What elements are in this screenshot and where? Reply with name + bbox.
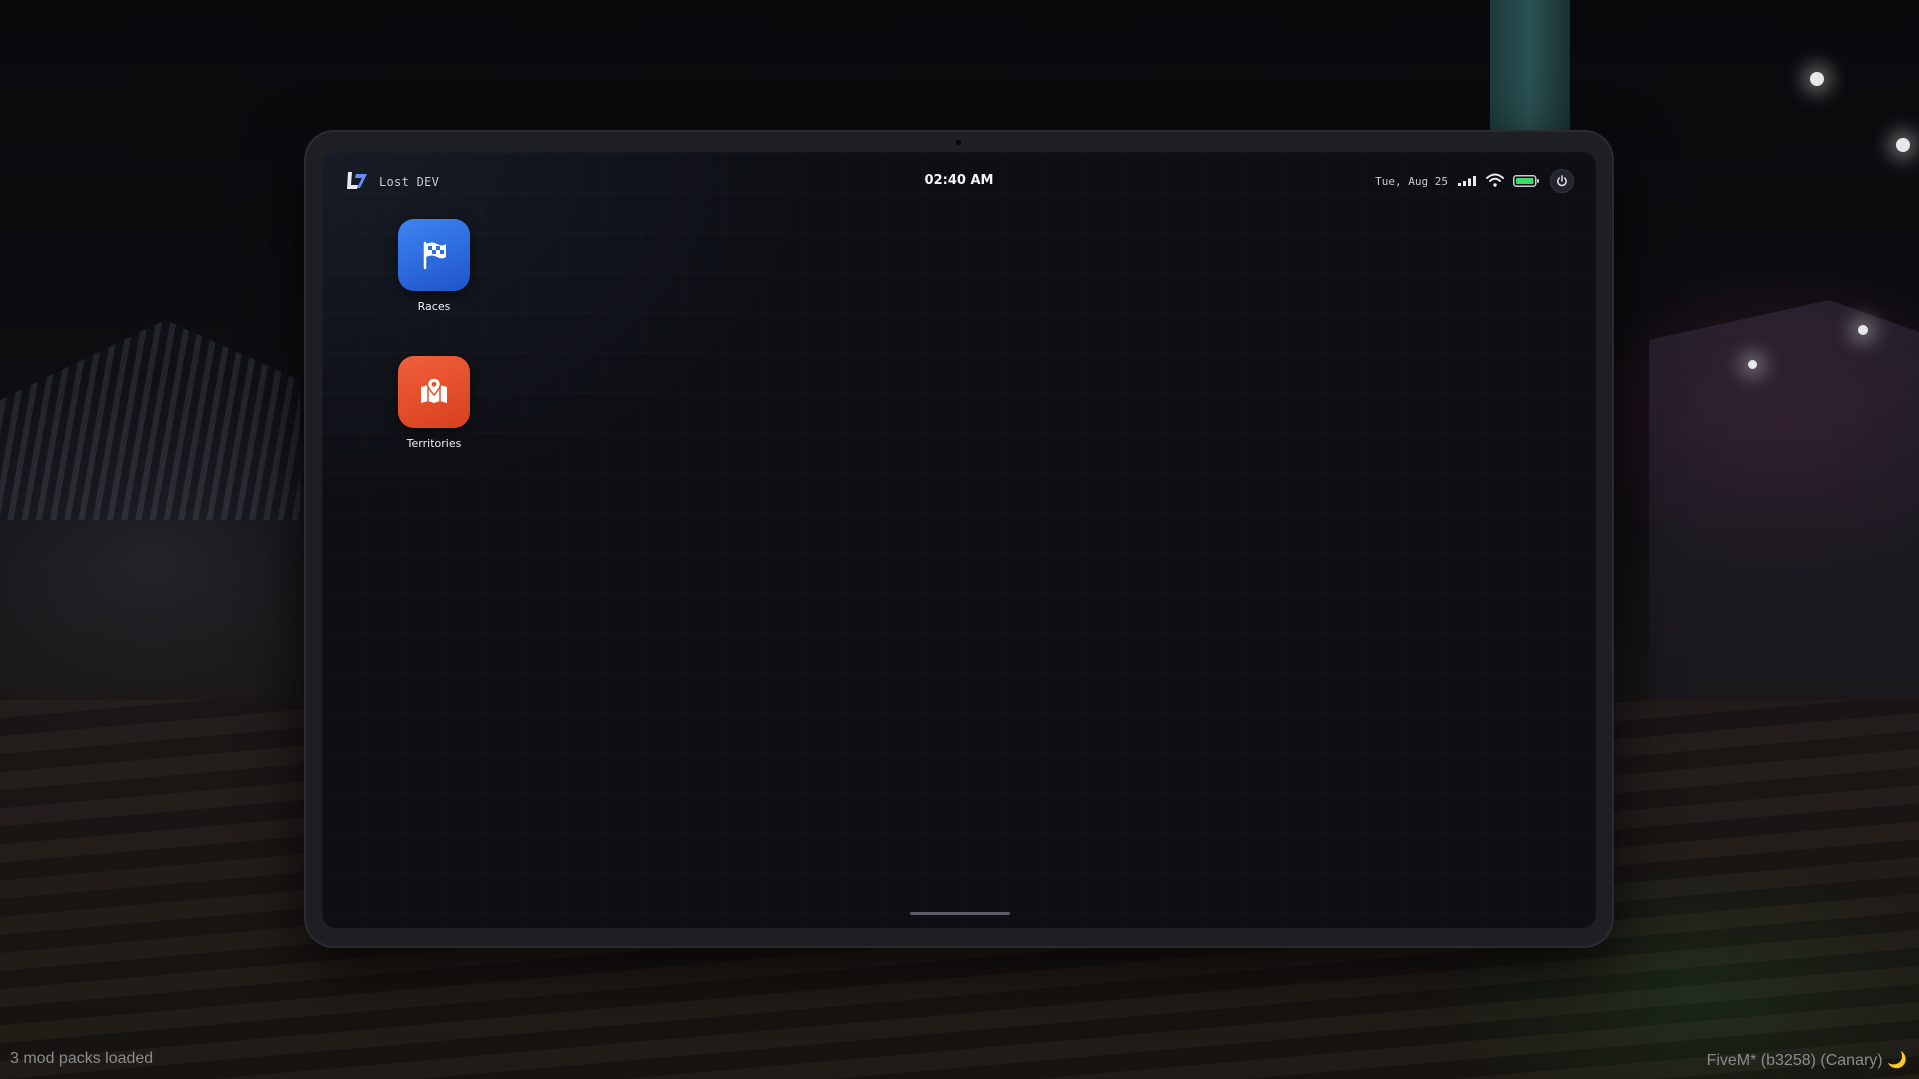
power-button[interactable] bbox=[1550, 169, 1574, 193]
app-races[interactable]: Races bbox=[389, 219, 479, 313]
app-races-label: Races bbox=[417, 300, 451, 313]
game-scene-lamp bbox=[1810, 72, 1824, 86]
power-icon bbox=[1557, 175, 1567, 187]
game-scene-building bbox=[1649, 300, 1919, 700]
game-scene-lamp bbox=[1858, 325, 1868, 335]
map-pin-icon bbox=[421, 377, 447, 403]
app-territories-tile[interactable] bbox=[398, 356, 470, 428]
app-races-tile[interactable] bbox=[398, 219, 470, 291]
tablet-screen: Lost DEV 02:40 AM Tue, Aug 25 Races Terr… bbox=[322, 152, 1596, 928]
game-scene-lamp bbox=[1896, 138, 1910, 152]
mod-packs-status: 3 mod packs loaded bbox=[10, 1050, 154, 1067]
checkered-flag-icon bbox=[423, 241, 446, 270]
status-date: Tue, Aug 25 bbox=[1375, 175, 1448, 188]
home-indicator[interactable] bbox=[910, 912, 1010, 915]
status-bar: Lost DEV 02:40 AM Tue, Aug 25 bbox=[322, 152, 1596, 214]
app-territories-label: Territories bbox=[406, 437, 462, 450]
tablet-device: Lost DEV 02:40 AM Tue, Aug 25 Races Terr… bbox=[304, 130, 1614, 948]
game-scene-tent bbox=[0, 320, 300, 520]
camera-dot bbox=[956, 140, 961, 145]
cellular-signal-icon bbox=[1458, 176, 1476, 186]
app-territories[interactable]: Territories bbox=[389, 356, 479, 450]
battery-icon bbox=[1513, 175, 1539, 187]
wifi-icon bbox=[1486, 173, 1504, 187]
game-scene-lamp bbox=[1748, 360, 1757, 369]
fivem-build-label: FiveM* (b3258) (Canary) 🌙 bbox=[1706, 1052, 1907, 1069]
